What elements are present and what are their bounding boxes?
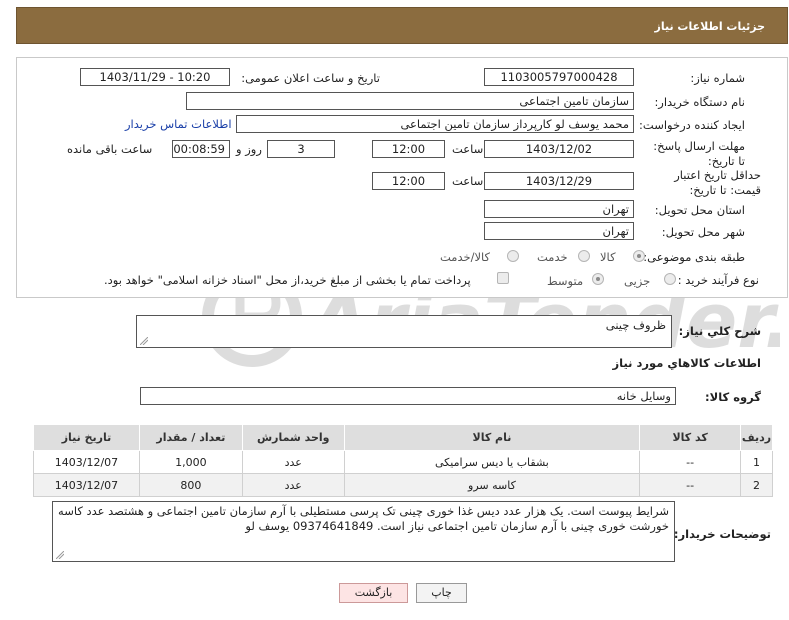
- buyer-org-field[interactable]: سازمان تامین اجتماعی: [186, 92, 634, 110]
- title-bar: جزئیات اطلاعات نیاز: [16, 7, 788, 44]
- treasury-payment-checkbox[interactable]: [497, 272, 509, 284]
- category-option-service: خدمت: [537, 250, 568, 264]
- province-label: استان محل تحویل:: [654, 203, 745, 217]
- cell-quantity: 1,000: [138, 450, 243, 474]
- validity-date-field[interactable]: 1403/12/29: [484, 172, 634, 190]
- table-row[interactable]: 2 -- کاسه سرو عدد 800 1403/12/07: [33, 473, 773, 497]
- creator-field[interactable]: محمد یوسف لو کارپرداز سازمان تامین اجتما…: [236, 115, 634, 133]
- buyer-notes-text: شرایط پیوست است. یک هزار عدد دیس غذا خور…: [58, 504, 669, 533]
- process-radio-minor[interactable]: [664, 273, 676, 285]
- buyer-contact-link[interactable]: اطلاعات تماس خریدار: [125, 117, 232, 131]
- category-option-goods: کالا: [600, 250, 616, 264]
- creator-label: ایجاد کننده درخواست:: [639, 118, 745, 132]
- goods-group-field[interactable]: وسایل خانه: [140, 387, 676, 405]
- need-number-label: شماره نیاز:: [690, 71, 745, 85]
- days-field[interactable]: 3: [267, 140, 335, 158]
- items-table: ردیف کد کالا نام کالا واحد شمارش تعداد /…: [33, 424, 773, 497]
- category-radio-goods-service[interactable]: [507, 250, 519, 262]
- col-header-unit: واحد شمارش: [241, 424, 345, 451]
- cell-unit: عدد: [241, 450, 345, 474]
- process-option-medium: متوسط: [547, 274, 584, 288]
- print-button[interactable]: چاپ: [416, 583, 467, 603]
- cell-item-name: بشقاب یا دیس سرامیکی: [343, 450, 641, 474]
- col-header-item-code: کد کالا: [639, 424, 742, 451]
- cell-need-date: 1403/12/07: [33, 473, 140, 497]
- summary-textarea[interactable]: ظروف چینی: [136, 315, 672, 348]
- cell-item-name: کاسه سرو: [343, 473, 641, 497]
- back-button[interactable]: بازگشت: [339, 583, 408, 603]
- announce-datetime-text: 1403/11/29 - 10:20: [99, 70, 211, 84]
- city-field[interactable]: تهران: [484, 222, 634, 240]
- col-header-item-name: نام کالا: [343, 424, 641, 451]
- process-radio-medium[interactable]: [592, 273, 604, 285]
- deadline-time-label: ساعت: [452, 142, 484, 156]
- resize-grip-icon: [56, 551, 64, 559]
- city-label: شهر محل تحویل:: [661, 225, 745, 239]
- province-field[interactable]: تهران: [484, 200, 634, 218]
- cell-quantity: 800: [138, 473, 243, 497]
- category-option-goods-service: کالا/خدمت: [440, 250, 491, 264]
- summary-text: ظروف چینی: [605, 318, 666, 332]
- need-number-field[interactable]: 1103005797000428: [484, 68, 634, 86]
- cell-need-date: 1403/12/07: [33, 450, 140, 474]
- cell-unit: عدد: [241, 473, 345, 497]
- deadline-time-field[interactable]: 12:00: [372, 140, 445, 158]
- page-title: جزئیات اطلاعات نیاز: [654, 20, 766, 33]
- days-label: روز و: [236, 142, 262, 156]
- col-header-row-number: ردیف: [740, 424, 773, 451]
- goods-section-title: اطلاعات كالاهاي مورد نياز: [612, 356, 761, 370]
- cell-item-code: --: [639, 450, 742, 474]
- resize-grip-icon: [140, 337, 148, 345]
- remaining-time-field[interactable]: 00:08:59: [172, 140, 230, 158]
- buyer-org-label: نام دستگاه خریدار:: [654, 95, 745, 109]
- category-label: طبقه بندی موضوعی:: [643, 250, 745, 264]
- buyer-notes-textarea[interactable]: شرایط پیوست است. یک هزار عدد دیس غذا خور…: [52, 501, 675, 562]
- announce-label: تاریخ و ساعت اعلان عمومی:: [241, 71, 380, 85]
- category-radio-service[interactable]: [578, 250, 590, 262]
- table-header-row: ردیف کد کالا نام کالا واحد شمارش تعداد /…: [33, 424, 773, 451]
- validity-label: حداقل تاریخ اعتبار قیمت: تا تاریخ:: [674, 168, 761, 197]
- cell-item-code: --: [639, 473, 742, 497]
- goods-group-label: گروه کالا:: [705, 390, 761, 404]
- process-label: نوع فرآیند خرید :: [677, 273, 759, 287]
- table-row[interactable]: 1 -- بشقاب یا دیس سرامیکی عدد 1,000 1403…: [33, 450, 773, 474]
- cell-row-number: 2: [740, 473, 773, 497]
- announce-datetime-field[interactable]: 1403/11/29 - 10:20: [80, 68, 230, 86]
- deadline-date-field[interactable]: 1403/12/02: [484, 140, 634, 158]
- cell-row-number: 1: [740, 450, 773, 474]
- category-radio-goods[interactable]: [633, 250, 645, 262]
- treasury-payment-note: پرداخت تمام یا بخشی از مبلغ خرید،از محل …: [104, 273, 471, 287]
- buyer-notes-label: توضیحات خریدار:: [673, 527, 771, 541]
- summary-label: شرح كلي نياز:: [678, 324, 761, 338]
- col-header-need-date: تاریخ نیاز: [33, 424, 140, 451]
- validity-time-label: ساعت: [452, 174, 484, 188]
- validity-time-field[interactable]: 12:00: [372, 172, 445, 190]
- col-header-quantity: تعداد / مقدار: [138, 424, 243, 451]
- deadline-label: مهلت ارسال پاسخ: تا تاریخ:: [653, 139, 745, 168]
- remaining-label: ساعت باقی مانده: [67, 142, 153, 156]
- process-option-minor: جزیی: [624, 274, 651, 288]
